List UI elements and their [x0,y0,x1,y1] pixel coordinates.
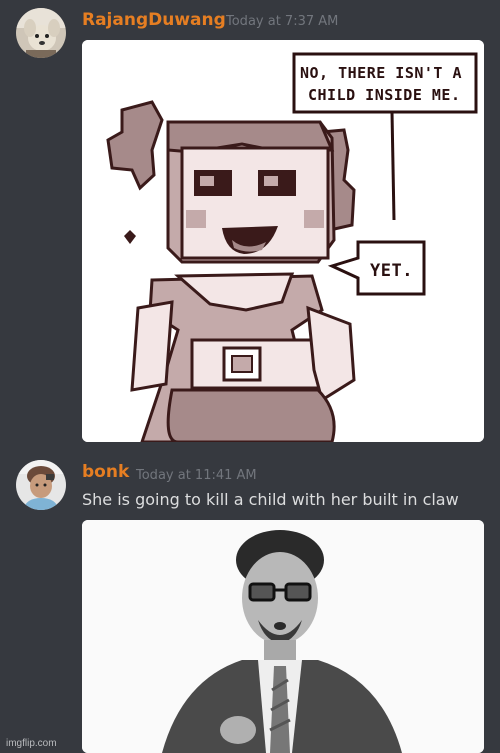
message-text: She is going to kill a child with her bu… [82,490,459,509]
speech-bubble-top-line1: NO, THERE ISN'T A [300,64,462,82]
username[interactable]: bonk [82,462,129,482]
timestamp: Today at 11:41 AM [136,468,257,483]
timestamp: Today at 7:37 AM [226,14,339,29]
avatar[interactable] [16,8,66,58]
username[interactable]: RajangDuwang [82,10,226,30]
watermark: imgflip.com [6,738,57,749]
image-attachment[interactable] [82,520,484,753]
speech-bubble-top-line2: CHILD INSIDE ME. [308,86,461,104]
image-attachment[interactable]: NO, THERE ISN'T A CHILD INSIDE ME. YET. [82,40,484,442]
speech-bubble-bottom: YET. [370,261,413,281]
avatar[interactable] [16,460,66,510]
